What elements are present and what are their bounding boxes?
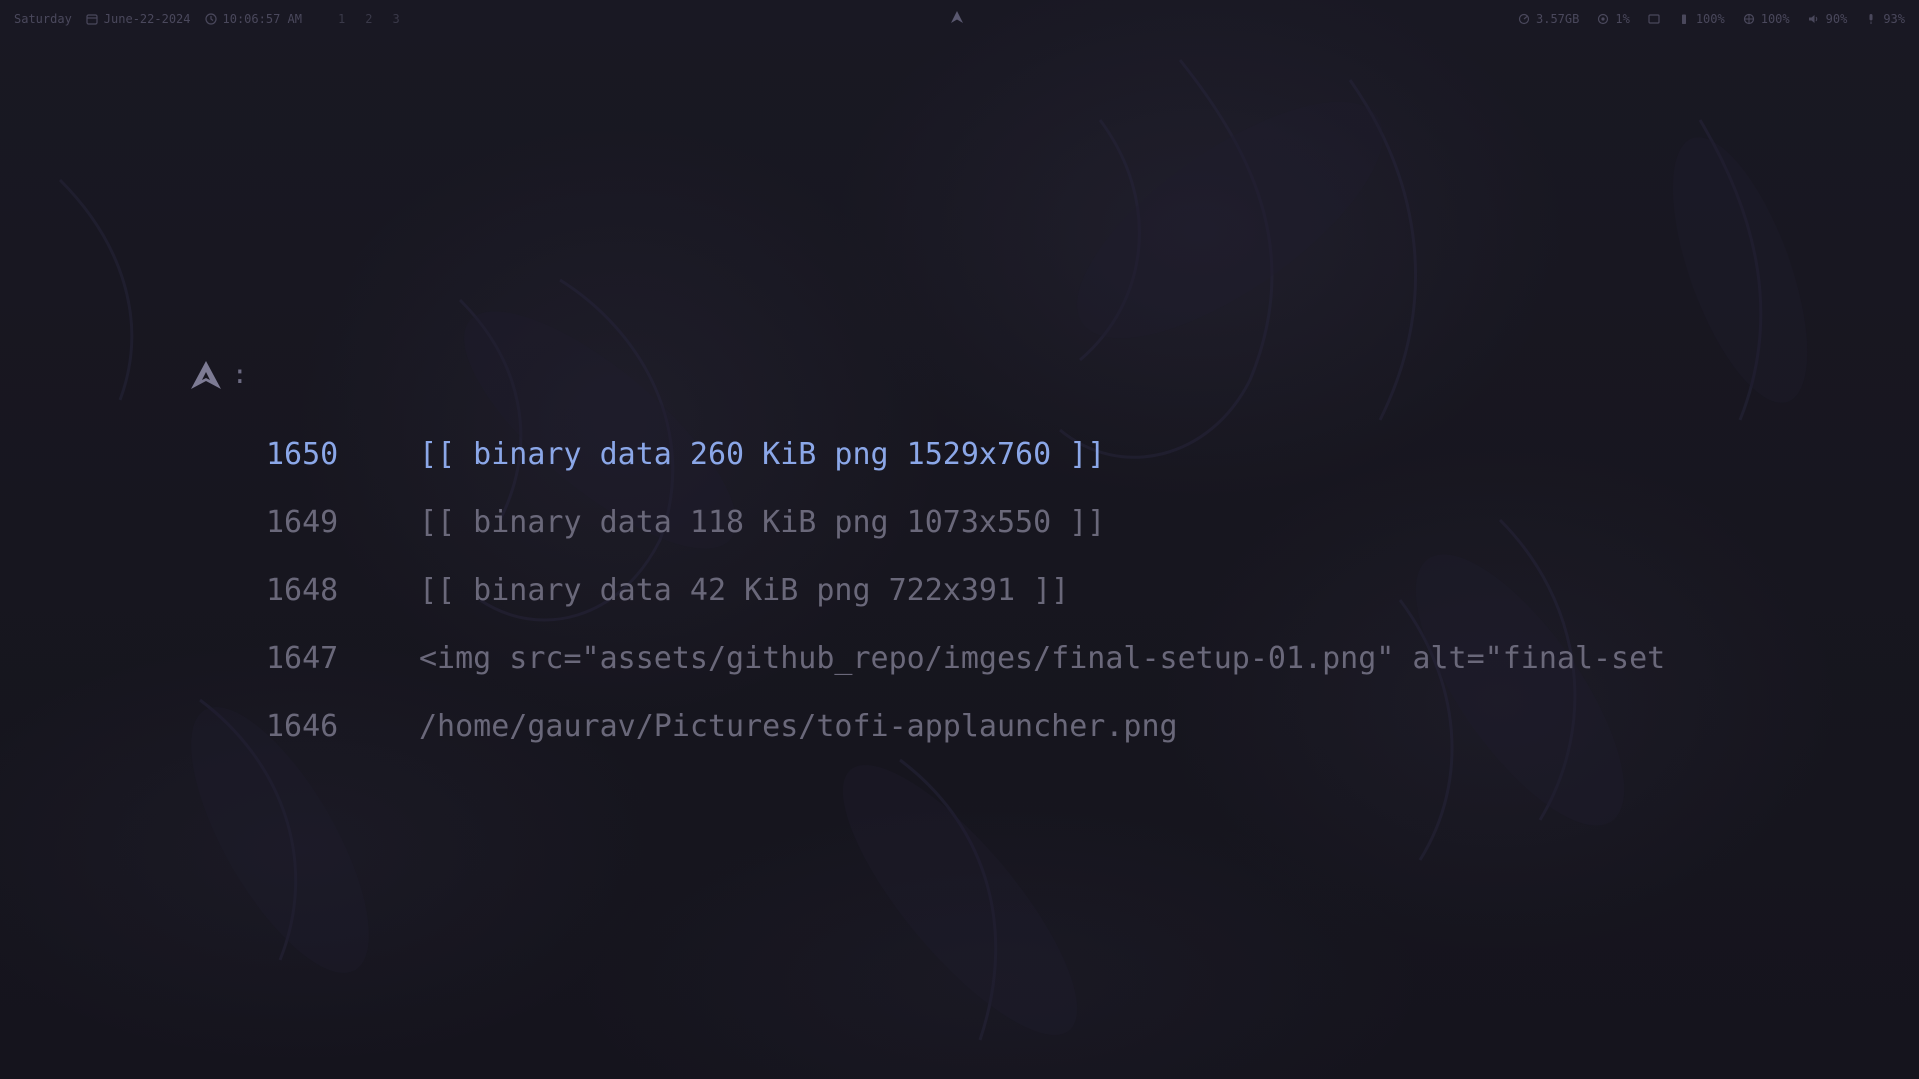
item-id: 1648 (266, 572, 339, 608)
network-text: 100% (1760, 12, 1790, 26)
battery-text: 100% (1695, 12, 1725, 26)
status-bar-right: 3.57GB 1% 100% 100% 90% 93% (1518, 12, 1905, 26)
list-item-selected[interactable]: 1650 [[ binary data 260 KiB png 1529x760… (266, 420, 1665, 488)
microphone-icon (1869, 14, 1873, 24)
network-icon (1743, 13, 1754, 25)
item-id: 1647 (266, 640, 339, 676)
arch-logo-icon[interactable] (950, 10, 964, 24)
microphone-widget[interactable]: 93% (1865, 12, 1905, 26)
day-label: Saturday (14, 12, 72, 26)
cpu-widget[interactable]: 1% (1597, 12, 1630, 26)
calendar-icon (86, 14, 98, 25)
arch-logo-icon (191, 361, 221, 389)
battery-icon (1681, 14, 1686, 24)
status-bar-left: Saturday June-22-2024 10:06:57 AM 1 2 3 (14, 12, 400, 26)
memory-icon (1518, 13, 1530, 25)
clock-widget[interactable]: 10:06:57 AM (204, 12, 302, 26)
battery-widget[interactable]: 100% (1678, 12, 1725, 26)
clock-icon (204, 13, 217, 25)
workspace-switcher: 1 2 3 (338, 12, 400, 26)
launcher-prompt[interactable]: : (190, 360, 258, 390)
memory-widget[interactable]: 3.57GB (1518, 12, 1579, 26)
volume-icon (1808, 15, 1817, 23)
time-text: 10:06:57 AM (222, 12, 302, 26)
item-text: [[ binary data 118 KiB png 1073x550 ]] (419, 504, 1106, 540)
date-widget[interactable]: June-22-2024 (86, 12, 191, 26)
microphone-text: 93% (1883, 12, 1905, 26)
item-text: [[ binary data 260 KiB png 1529x760 ]] (419, 436, 1106, 472)
status-bar: Saturday June-22-2024 10:06:57 AM 1 2 3 (0, 0, 1919, 38)
network-widget[interactable]: 100% (1743, 12, 1790, 26)
workspace-3[interactable]: 3 (392, 12, 399, 26)
item-text: [[ binary data 42 KiB png 722x391 ]] (419, 572, 1070, 608)
volume-widget[interactable]: 90% (1808, 12, 1848, 26)
item-id: 1650 (266, 436, 339, 472)
cpu-text: 1% (1615, 12, 1630, 26)
launcher-results-list: 1650 [[ binary data 260 KiB png 1529x760… (266, 420, 1665, 760)
list-item[interactable]: 1648 [[ binary data 42 KiB png 722x391 ]… (266, 556, 1665, 624)
item-text: <img src="assets/github_repo/imges/final… (419, 640, 1666, 676)
list-item[interactable]: 1646 /home/gaurav/Pictures/tofi-applaunc… (266, 692, 1665, 760)
prompt-symbol: : (232, 360, 248, 390)
workspace-1[interactable]: 1 (338, 12, 345, 26)
display-widget[interactable] (1648, 13, 1660, 25)
status-bar-center (950, 10, 964, 27)
memory-text: 3.57GB (1536, 12, 1580, 26)
date-text: June-22-2024 (103, 12, 191, 26)
list-item[interactable]: 1647 <img src="assets/github_repo/imges/… (266, 624, 1665, 692)
display-icon (1648, 14, 1660, 24)
volume-text: 90% (1825, 12, 1848, 26)
workspace-2[interactable]: 2 (365, 12, 372, 26)
day-text: Saturday (14, 12, 72, 26)
list-item[interactable]: 1649 [[ binary data 118 KiB png 1073x550… (266, 488, 1665, 556)
item-text: /home/gaurav/Pictures/tofi-applauncher.p… (419, 708, 1178, 744)
cpu-icon (1598, 13, 1609, 25)
item-id: 1646 (266, 708, 339, 744)
item-id: 1649 (266, 504, 339, 540)
